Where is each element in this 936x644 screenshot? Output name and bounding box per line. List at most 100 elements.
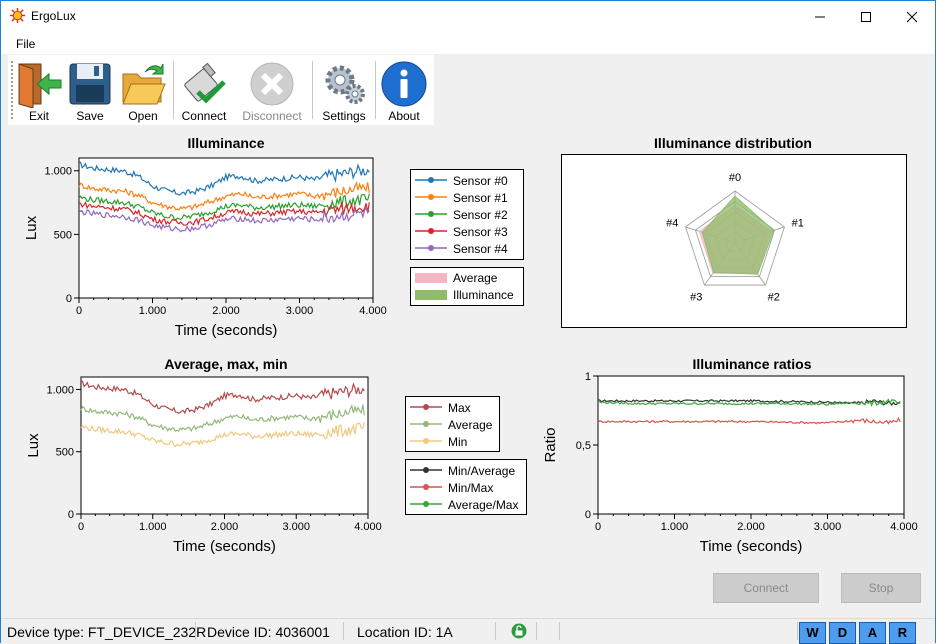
app-window: ErgoLux File Exit Save Open Connect Disc… — [0, 0, 936, 644]
title-bar: ErgoLux — [1, 1, 935, 32]
ratios-chart: 0 1.000 2.000 3.000 4.000 0 0,5 1 Time (seconds)… — [542, 371, 918, 555]
about-button[interactable]: About — [378, 57, 430, 123]
ratios-title: Illuminance ratios — [692, 356, 812, 372]
x-tick-label: 4.000 — [354, 521, 382, 533]
x-tick-label: 0 — [595, 521, 601, 533]
about-label: About — [388, 109, 420, 123]
radar-axis-label: #2 — [768, 291, 780, 303]
save-button[interactable]: Save — [66, 57, 114, 123]
legend-label: Min/Average — [448, 464, 516, 478]
open-button[interactable]: Open — [116, 57, 170, 123]
legend-line-icon — [410, 404, 442, 410]
y-tick-label: 1 — [585, 371, 591, 383]
legend-label: Min — [448, 435, 468, 449]
x-tick-label: 3.000 — [286, 305, 314, 317]
y-axis-label: Lux — [25, 433, 42, 458]
y-tick-label: 500 — [54, 229, 72, 241]
y-tick-label: 1.000 — [46, 384, 74, 396]
toolbar-separator — [173, 61, 174, 119]
legend-label: Max — [448, 401, 471, 415]
disconnect-toolbar-button[interactable]: Disconnect — [236, 57, 308, 123]
legend-entry: Min/Average — [406, 462, 526, 479]
x-axis-label: Time (seconds) — [175, 322, 278, 339]
stop-button[interactable]: Stop — [841, 573, 921, 603]
legend-line-icon — [415, 194, 447, 200]
plot-area — [80, 376, 369, 515]
legend-entry: Sensor #4 — [411, 240, 523, 257]
x-tick-label: 0 — [78, 521, 84, 533]
toolbar-separator — [312, 61, 313, 119]
open-folder-icon — [122, 63, 166, 105]
legend-line-icon — [410, 421, 442, 427]
x-tick-label: 1.000 — [139, 521, 167, 533]
x-tick-label: 3.000 — [814, 521, 842, 533]
x-tick-label: 1.000 — [139, 305, 167, 317]
radar-axis-label: #0 — [729, 172, 741, 184]
toolbar-grip[interactable] — [11, 61, 13, 119]
x-axis-label: Time (seconds) — [700, 538, 803, 555]
legend-entry: Sensor #3 — [411, 223, 523, 240]
legend-fill-swatch — [415, 273, 447, 283]
x-tick-label: 1.000 — [661, 521, 689, 533]
exit-button[interactable]: Exit — [14, 57, 64, 123]
avg-title: Average, max, min — [164, 356, 288, 372]
indicator-r: R — [889, 622, 916, 644]
legend-entry: Sensor #0 — [411, 172, 523, 189]
status-separator — [495, 622, 496, 640]
status-separator — [195, 622, 196, 640]
legend-line-icon — [410, 467, 442, 473]
y-tick-label: 500 — [56, 447, 74, 459]
legend-label: Average/Max — [448, 498, 519, 512]
y-axis-label: Ratio — [542, 427, 559, 462]
legend-entry: Sensor #2 — [411, 206, 523, 223]
exit-label: Exit — [28, 109, 49, 123]
legend-entry: Average/Max — [406, 496, 526, 513]
legend-entry: Min/Max — [406, 479, 526, 496]
x-tick-label: 2.000 — [737, 521, 765, 533]
indicator-w: W — [799, 622, 826, 644]
legend-entry: Illuminance — [411, 286, 523, 303]
legend-line-icon — [410, 484, 442, 490]
legend-label: Average — [453, 271, 498, 285]
settings-button[interactable]: Settings — [316, 57, 372, 123]
y-axis-label: Lux — [23, 215, 40, 240]
legend-label: Sensor #1 — [453, 191, 508, 205]
legend-label: Sensor #4 — [453, 242, 508, 256]
x-axis-label: Time (seconds) — [173, 538, 276, 555]
legend-entry: Sensor #1 — [411, 189, 523, 206]
legend-label: Sensor #0 — [453, 174, 508, 188]
indicator-d: D — [829, 622, 856, 644]
maximize-button[interactable] — [843, 1, 889, 32]
minimize-button[interactable] — [797, 1, 843, 32]
status-separator — [536, 622, 537, 640]
legend-label: Min/Max — [448, 481, 494, 495]
legend-entry: Max — [406, 399, 499, 416]
status-separator — [797, 622, 798, 640]
connect-button[interactable]: Connect — [713, 573, 819, 603]
connect-toolbar-button[interactable]: Connect — [176, 57, 232, 123]
device-id: Device ID: 4036001 — [207, 624, 330, 640]
disconnect-x-icon — [250, 62, 294, 106]
x-tick-label: 2.000 — [211, 521, 239, 533]
status-separator — [559, 622, 560, 640]
radar-axis-label: #3 — [690, 291, 702, 303]
sensors-legend: Sensor #0 Sensor #1 Sensor #2 Sensor #3 … — [410, 169, 524, 260]
legend-label: Average — [448, 418, 493, 432]
menu-bar: File — [1, 32, 935, 54]
gears-icon — [325, 65, 365, 104]
maximize-icon — [861, 11, 871, 22]
ratios-legend: Min/Average Min/Max Average/Max — [405, 459, 527, 515]
distribution-title: Illuminance distribution — [654, 135, 812, 151]
legend-label: Illuminance — [453, 288, 514, 302]
toolbar: Exit Save Open Connect Disconnect Settin… — [8, 55, 434, 125]
window-title: ErgoLux — [31, 9, 76, 23]
menu-file[interactable]: File — [16, 37, 35, 51]
settings-label: Settings — [322, 109, 366, 123]
close-button[interactable] — [889, 1, 935, 32]
legend-label: Sensor #3 — [453, 225, 508, 239]
legend-entry: Average — [406, 416, 499, 433]
legend-line-icon — [415, 245, 447, 251]
legend-line-icon — [410, 438, 442, 444]
y-tick-label: 0 — [68, 509, 74, 521]
illuminance-title: Illuminance — [187, 135, 265, 151]
